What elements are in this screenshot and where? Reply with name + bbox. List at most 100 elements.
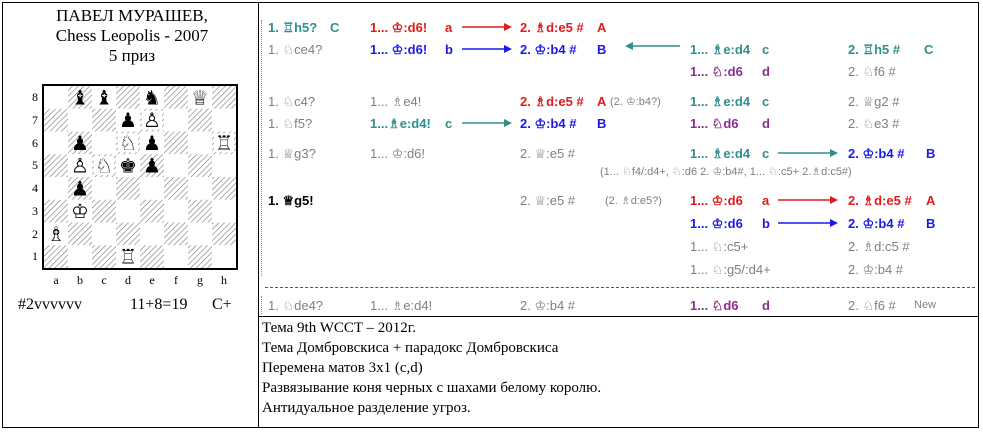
solution-move: New [914,299,937,311]
light-square [188,222,212,246]
dark-square [188,199,212,223]
solution-move: 1... ♔:d6! [370,20,428,35]
file-label: a [53,273,59,287]
solution-move: B [597,116,607,131]
dark-square [92,199,116,223]
piece-b8: ♝ [71,85,89,109]
author-name: ПАВЕЛ МУРАШЕВ, [56,6,208,25]
piece-e5: ♟ [143,154,161,178]
solution-move: d [762,116,770,131]
dark-square [164,86,188,109]
light-square [92,177,116,200]
solution-move: 1. ♘ce4? [268,42,323,57]
dark-square [140,199,164,223]
arrow-right-red [462,23,512,31]
piece-e7: ♙ [143,108,161,132]
light-square [140,177,164,200]
arrow-right-blue [462,45,512,53]
solution-move: 1... ♗e4! [370,94,422,109]
solution-move: C [924,42,934,57]
light-square [164,199,188,223]
solution-move: 2. ♔:b4 # [520,298,576,313]
piece-h6: ♖ [215,131,233,155]
light-square [116,199,140,223]
rank-label: 5 [32,158,38,173]
file-label: c [101,273,107,287]
light-square [44,177,68,200]
light-square [164,245,188,268]
section-separator [265,287,975,288]
solution-move: 1... ♔:d6! [370,42,428,57]
dark-square [44,108,68,132]
chess-board: ♝ ♝ ♞ ♕♟ ♙♟ ♘ ♟ ♖♙ ♘ ♚ ♟♟♔♗♖ [42,84,238,270]
dotted-guide [261,296,262,314]
solution-move: 2. ♕:e5 # [520,193,576,208]
solution-move: c [762,42,770,57]
solution-move: 2. ♔:b4 # [520,116,577,131]
file-label: f [174,273,178,287]
solution-move: b [445,42,453,57]
solution-move: 2. ♔:b4 # [848,262,904,277]
light-square [92,222,116,246]
solution-move: C [330,20,340,35]
light-square [44,131,68,155]
solution-move: c [762,146,770,161]
solution-move: (1... ♘f4/:d4+, ♘:d6 2. ♔:b4#, 1... ♘:c5… [600,166,852,178]
solution-move: a [762,193,770,208]
piece-g8: ♕ [191,85,209,109]
piece-e6: ♟ [143,131,161,155]
piece-count: 11+8=19 [130,296,188,313]
light-square [164,154,188,177]
solution-move: A [597,20,607,35]
solution-move: 2. ♔:b4 # [848,146,905,161]
light-square [68,108,92,132]
solution-move: B [926,146,936,161]
dark-square [164,177,188,200]
solution-move: c [762,94,770,109]
dark-square [164,222,188,246]
file-label: g [197,273,203,287]
piece-b4: ♟ [71,176,89,200]
solution-move: 1. ♕g5! [268,193,314,208]
theme-line: Тема 9th WCCT – 2012г. [262,320,416,336]
computer-tested: C+ [212,296,232,313]
rank-label: 3 [32,203,38,218]
file-label: e [149,273,155,287]
solution-move: 2. ♘e3 # [848,116,900,131]
piece-d7: ♟ [119,108,137,132]
arrow-right-blue [778,219,838,227]
piece-c8: ♝ [95,85,113,109]
rank-label: 6 [32,135,38,150]
dark-square [140,245,164,268]
piece-a2: ♗ [47,222,65,246]
award-label: 5 приз [108,46,156,65]
dark-square [188,245,212,268]
solution-move: 1... ♘d6 [690,298,739,313]
piece-c5: ♘ [95,154,113,178]
solution-move: 1. ♕g3? [268,146,316,161]
arrow-right-teal [462,119,512,127]
dark-square [92,245,116,268]
dark-square [116,222,140,246]
arrow-right-red [778,196,838,204]
solution-move: 2. ♗d:c5 # [848,239,910,254]
solution-move: 2. ♖h5 # [848,42,901,57]
dotted-guide [261,20,262,276]
solution-move: 1. ♘c4? [268,94,316,109]
arrow-right-teal [778,149,838,157]
piece-b6: ♟ [71,131,89,155]
solution-move: b [762,216,770,231]
solution-move: 2. ♔:b4 # [520,42,577,57]
solution-move: 1. ♘de4? [268,298,324,313]
dark-square [68,222,92,246]
solution-move: (2. ♔:b4?) [610,96,661,108]
light-square [68,245,92,268]
source-title: Chess Leopolis - 2007 [55,26,209,45]
theme-line: Тема Домбровскиса + парадокс Домбровскис… [262,340,559,356]
solution-move: 1... ♘:d6 [690,64,743,79]
arrow-left-teal [625,42,680,50]
solution-move: 1... ♘:g5/:d4+ [690,262,771,277]
theme-line: Перемена матов 3x1 (c,d) [262,360,423,376]
solution-move: 2. ♘f6 # [848,298,896,313]
solution-move: c [445,116,453,131]
